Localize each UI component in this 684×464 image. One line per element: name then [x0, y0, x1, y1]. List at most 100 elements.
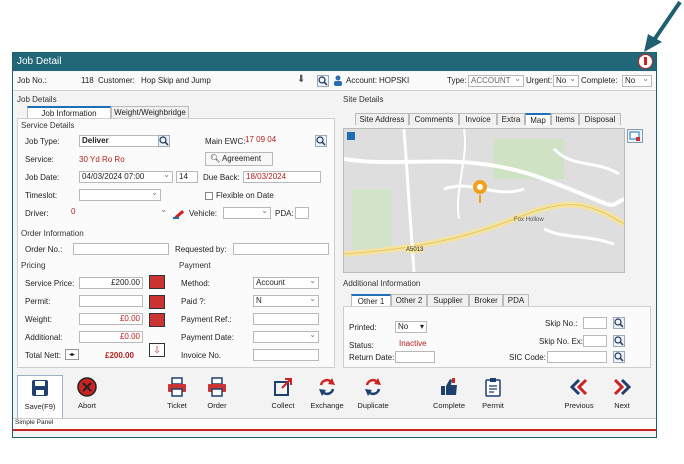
sic-code-search-icon[interactable]: [613, 351, 625, 363]
power-icon[interactable]: [638, 54, 653, 69]
tab-supplier[interactable]: Supplier: [427, 294, 469, 306]
type-label: Type:: [447, 76, 467, 85]
service-price-label: Service Price:: [25, 279, 75, 288]
job-detail-window: Job Detail Job No.: 118 Customer: Hop Sk…: [12, 52, 657, 438]
tab-comments[interactable]: Comments: [409, 113, 459, 125]
calculator-icon[interactable]: [149, 275, 165, 289]
printer-icon: [208, 377, 226, 397]
permit-label: Permit:: [25, 297, 51, 306]
collect-label: Collect: [271, 401, 295, 410]
tab-invoice[interactable]: Invoice: [459, 113, 497, 125]
payment-ref-input[interactable]: [253, 313, 319, 325]
additional-label: Additional:: [25, 333, 63, 342]
ticket-label: Ticket: [167, 401, 187, 410]
paid-select[interactable]: N: [253, 295, 319, 307]
save-button[interactable]: Save(F9): [17, 375, 63, 419]
permit-card-icon[interactable]: [149, 295, 165, 309]
job-header: Job No.: 118 Customer: Hop Skip and Jump…: [13, 72, 656, 91]
customer-label: Customer:: [98, 76, 135, 85]
urgent-select[interactable]: No: [553, 75, 579, 87]
type-select[interactable]: ACCOUNT: [468, 75, 524, 87]
vehicle-label: Vehicle:: [189, 209, 218, 218]
complete-select[interactable]: No: [622, 75, 652, 87]
service-price-input[interactable]: £200.00: [79, 277, 143, 289]
skip-no-ex-input[interactable]: [583, 335, 607, 347]
tab-map[interactable]: Map: [525, 113, 551, 125]
tab-job-information[interactable]: Job Information: [27, 106, 111, 118]
exchange-button[interactable]: Exchange: [307, 375, 347, 417]
days-stepper[interactable]: 14: [176, 171, 198, 183]
complete-button[interactable]: Complete: [427, 375, 471, 417]
invoice-no-input[interactable]: [253, 349, 319, 361]
service-value[interactable]: 30 Yd Ro Ro: [79, 155, 125, 164]
site-details-heading: Site Details: [343, 95, 384, 104]
order-no-label: Order No.:: [25, 245, 63, 254]
agreement-button[interactable]: 🔍︎ Agreement: [205, 152, 273, 166]
pda-label: PDA:: [275, 209, 294, 218]
double-chevron-left-icon: [569, 378, 588, 396]
job-date-input[interactable]: 04/03/2024 07:00: [79, 171, 173, 183]
vehicle-select[interactable]: [223, 207, 271, 219]
next-button[interactable]: Next: [605, 375, 639, 417]
tab-site-address[interactable]: Site Address: [355, 113, 409, 125]
order-button[interactable]: Order: [199, 375, 235, 417]
site-map[interactable]: A5013 Fox Hollow: [343, 128, 625, 273]
return-date-input[interactable]: [395, 351, 435, 363]
weight-input[interactable]: £0.00: [79, 313, 143, 325]
permit-input[interactable]: [79, 295, 143, 307]
exchange-label: Exchange: [310, 401, 344, 410]
job-details-heading: Job Details: [17, 95, 57, 104]
printed-select[interactable]: No ▾: [395, 321, 427, 333]
tab-other-2[interactable]: Other 2: [391, 294, 427, 306]
paid-label: Paid ?:: [181, 297, 206, 306]
order-no-input[interactable]: [73, 243, 169, 255]
main-ewc-value[interactable]: 17 09 04: [243, 135, 315, 147]
due-back-input[interactable]: 18/03/2024: [243, 171, 321, 183]
previous-button[interactable]: Previous: [559, 375, 599, 417]
method-label: Method:: [181, 279, 210, 288]
payment-heading: Payment: [179, 261, 211, 270]
job-type-input[interactable]: Deliver: [79, 135, 169, 147]
job-date-label: Job Date:: [25, 173, 60, 182]
clipboard-icon: [485, 378, 501, 397]
download-icon[interactable]: ⇩: [149, 343, 165, 357]
permit-button[interactable]: Permit: [475, 375, 511, 417]
arrows-icon[interactable]: ◂▸: [65, 349, 79, 360]
method-select[interactable]: Account: [253, 277, 319, 289]
tab-weight-weighbridge[interactable]: Weight/Weighbridge: [111, 106, 189, 118]
skip-no-input[interactable]: [583, 317, 607, 329]
tab-other-1[interactable]: Other 1: [351, 294, 391, 306]
requested-by-input[interactable]: [233, 243, 329, 255]
skip-no-ex-search-icon[interactable]: [613, 335, 625, 347]
weight-label: Weight:: [25, 315, 52, 324]
sic-code-input[interactable]: [547, 351, 607, 363]
edit-driver-icon[interactable]: [173, 207, 185, 219]
lookup-down-icon[interactable]: ⬇: [297, 75, 307, 85]
tab-extra[interactable]: Extra: [497, 113, 525, 125]
duplicate-button[interactable]: Duplicate: [351, 375, 395, 417]
flexible-checkbox[interactable]: [205, 192, 213, 200]
abort-button[interactable]: Abort: [67, 375, 107, 417]
tab-broker[interactable]: Broker: [469, 294, 503, 306]
map-report-icon[interactable]: [627, 129, 643, 143]
collect-button[interactable]: Collect: [265, 375, 301, 417]
driver-select[interactable]: 0: [57, 207, 169, 219]
pda-input[interactable]: [295, 207, 309, 219]
customer-search-icon[interactable]: [317, 75, 329, 87]
status-value: Inactive: [399, 339, 427, 348]
payment-date-input[interactable]: [253, 331, 319, 343]
customer-value[interactable]: Hop Skip and Jump: [141, 76, 211, 85]
timeslot-select[interactable]: [79, 189, 161, 201]
ticket-button[interactable]: Ticket: [159, 375, 195, 417]
printed-dropdown-icon: ▾: [419, 322, 424, 331]
weight-card-icon[interactable]: [149, 313, 165, 327]
ewc-search-icon[interactable]: [315, 135, 327, 147]
job-no-label: Job No.:: [17, 76, 47, 85]
tab-items[interactable]: Items: [551, 113, 579, 125]
tab-pda[interactable]: PDA: [503, 294, 529, 306]
user-icon[interactable]: [333, 75, 343, 86]
job-type-search-icon[interactable]: [158, 135, 170, 147]
additional-input[interactable]: £0.00: [79, 331, 143, 343]
skip-no-search-icon[interactable]: [613, 317, 625, 329]
tab-disposal[interactable]: Disposal: [579, 113, 621, 125]
